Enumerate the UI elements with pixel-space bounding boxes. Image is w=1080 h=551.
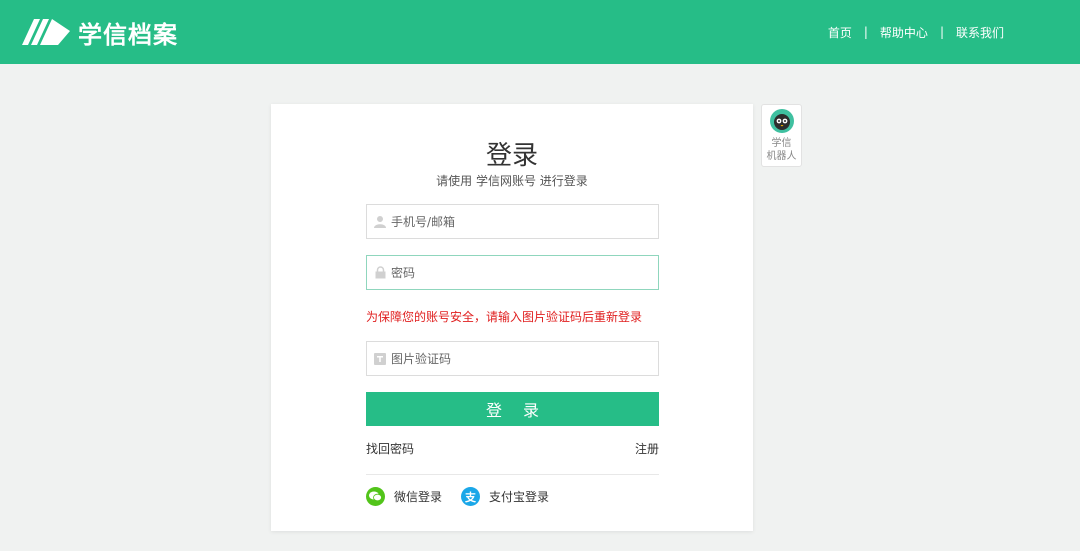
logo-book-icon (22, 19, 70, 45)
username-input[interactable] (391, 205, 658, 238)
login-button[interactable]: 登 录 (366, 392, 659, 426)
robot-avatar-icon (769, 109, 794, 133)
alipay-login-button[interactable]: 支 支付宝登录 (461, 487, 549, 506)
alipay-icon: 支 (461, 487, 481, 506)
security-warning: 为保障您的账号安全，请输入图片验证码后重新登录 (366, 310, 643, 324)
login-subtitle: 请使用 学信网账号 进行登录 (436, 174, 588, 188)
auth-links: 找回密码 注册 (366, 440, 659, 457)
register-link[interactable]: 注册 (635, 440, 659, 457)
nav-help-link[interactable]: 帮助中心 (880, 24, 928, 41)
nav-separator: | (863, 25, 868, 39)
password-input[interactable] (391, 256, 658, 289)
top-header: 学信档案 首页 | 帮助中心 | 联系我们 (0, 0, 1080, 64)
nav-home-link[interactable]: 首页 (828, 24, 852, 41)
robot-label-line1: 学信 (771, 138, 792, 149)
captcha-field[interactable] (366, 341, 659, 376)
logo-text: 学信档案 (78, 20, 178, 49)
nav-contact-link[interactable]: 联系我们 (956, 24, 1004, 41)
username-field[interactable] (366, 204, 659, 239)
robot-label: 学信 机器人 (762, 137, 801, 163)
third-party-login: 微信登录 支 支付宝登录 (366, 487, 549, 506)
wechat-login-label: 微信登录 (394, 490, 443, 504)
captcha-input[interactable] (391, 342, 658, 375)
wechat-icon (366, 487, 385, 506)
forgot-password-link[interactable]: 找回密码 (366, 440, 414, 457)
chatbot-widget[interactable]: 学信 机器人 (761, 104, 802, 167)
divider (366, 474, 659, 475)
top-nav: 首页 | 帮助中心 | 联系我们 (828, 22, 1004, 42)
login-card: 登录 请使用 学信网账号 进行登录 为保障您的账号安全，请输入图片验证码后重新登… (271, 104, 753, 531)
captcha-icon (373, 352, 387, 366)
nav-separator: | (939, 25, 944, 39)
logo[interactable]: 学信档案 (20, 14, 178, 50)
page-title: 登录 (485, 141, 538, 171)
user-icon (373, 215, 387, 229)
wechat-login-button[interactable]: 微信登录 (366, 487, 442, 506)
alipay-login-label: 支付宝登录 (489, 490, 550, 504)
password-field[interactable] (366, 255, 659, 290)
robot-label-line2: 机器人 (766, 151, 797, 162)
lock-icon (373, 266, 387, 280)
